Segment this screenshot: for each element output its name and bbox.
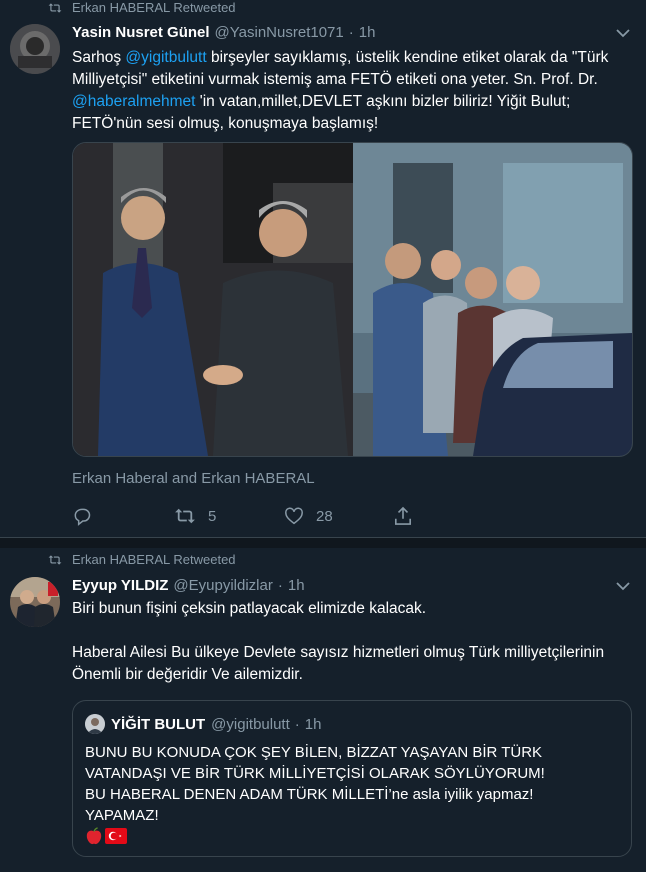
tweet-actions: 5 28 [72, 506, 412, 526]
share-button[interactable] [394, 506, 412, 526]
quoted-text-line: BUNU BU KONUDA ÇOK ŞEY BİLEN, BİZZAT YAŞ… [85, 744, 543, 761]
retweeted-by-row: Erkan HABERAL Retweeted [48, 0, 236, 15]
quoted-tweet-header: YİĞİT BULUT @yigitbulutt · 1h [85, 714, 321, 734]
share-icon [394, 506, 412, 525]
like-icon [285, 507, 303, 525]
user-handle[interactable]: @yigitbulutt [211, 716, 290, 733]
retweet-button[interactable]: 5 [174, 507, 284, 525]
mention-link[interactable]: @yigitbulutt [125, 49, 206, 66]
retweet-icon [48, 2, 62, 13]
quoted-tweet[interactable]: YİĞİT BULUT @yigitbulutt · 1h BUNU BU KO… [72, 700, 632, 857]
apple-emoji [86, 827, 102, 845]
turkey-flag-emoji [105, 828, 127, 844]
quoted-text-line: BU HABERAL DENEN ADAM TÜRK MİLLETİ’ne as… [85, 786, 534, 803]
user-handle[interactable]: @Eyupyildizlar [173, 577, 272, 594]
timestamp[interactable]: 1h [288, 577, 305, 594]
user-handle[interactable]: @YasinNusret1071 [215, 24, 344, 41]
retweet-count: 5 [208, 507, 217, 525]
separator: · [348, 24, 354, 41]
separator: · [277, 577, 283, 594]
avatar[interactable] [10, 24, 60, 74]
retweeted-by-label: Erkan HABERAL Retweeted [72, 552, 236, 567]
timestamp[interactable]: 1h [359, 24, 376, 41]
reply-button[interactable] [72, 506, 174, 526]
mention-link[interactable]: @haberalmehmet [72, 93, 195, 110]
tagged-people[interactable]: Erkan Haberal and Erkan HABERAL [72, 470, 315, 487]
display-name[interactable]: Eyyup YILDIZ [72, 577, 168, 594]
emoji-row [85, 827, 615, 845]
tweet-header: Eyyup YILDIZ @Eyupyildizlar · 1h [72, 577, 305, 594]
tweet-header: Yasin Nusret Günel @YasinNusret1071 · 1h [72, 24, 375, 41]
avatar[interactable] [85, 714, 105, 734]
tweet-text: Sarhoş @yigitbulutt birşeyler sayıklamış… [72, 47, 632, 135]
tweet-divider [0, 537, 646, 548]
quoted-tweet-text: BUNU BU KONUDA ÇOK ŞEY BİLEN, BİZZAT YAŞ… [85, 742, 615, 845]
like-button[interactable]: 28 [284, 507, 394, 525]
display-name[interactable]: YİĞİT BULUT [111, 716, 205, 733]
timestamp: 1h [304, 715, 322, 733]
retweeted-by-label: Erkan HABERAL Retweeted [72, 0, 236, 15]
quoted-text-line: YAPAMAZ! [85, 807, 159, 824]
display-name[interactable]: Yasin Nusret Günel [72, 24, 210, 41]
chevron-down-icon[interactable] [616, 581, 630, 591]
chevron-down-icon[interactable] [616, 28, 630, 38]
quoted-text-line: VATANDAŞI VE BİR TÜRK MİLLİYETÇİSİ OLARA… [85, 765, 545, 782]
separator: · [294, 715, 300, 733]
tweet-text-line: Haberal Ailesi Bu ülkeye Devlete sayısız… [72, 644, 605, 683]
tweet-photo[interactable] [72, 142, 633, 457]
tweet-text-part: Sarhoş [72, 49, 126, 66]
tweet-text-line: Biri bunun fişini çeksin patlayacak elim… [72, 600, 427, 617]
like-count: 28 [316, 507, 333, 525]
reply-icon [74, 508, 91, 526]
retweet-icon [48, 554, 62, 565]
retweet-icon [175, 508, 195, 524]
avatar[interactable] [10, 577, 60, 627]
retweeted-by-row: Erkan HABERAL Retweeted [48, 552, 236, 567]
